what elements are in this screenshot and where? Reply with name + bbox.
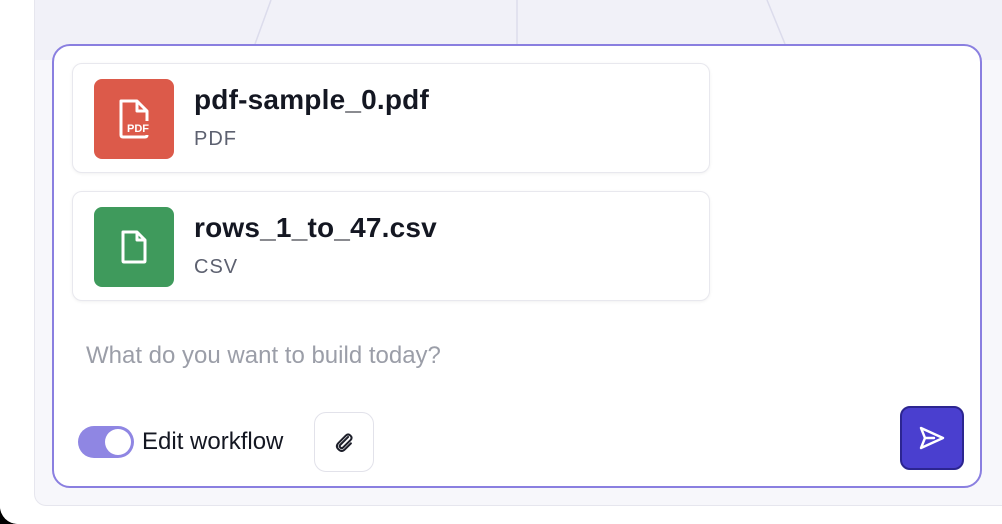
- prompt-composer: PDF pdf-sample_0.pdf PDF rows_1_to_47.cs…: [52, 44, 982, 488]
- prompt-input[interactable]: [86, 336, 906, 376]
- file-icon: [94, 207, 174, 287]
- paperclip-icon: [335, 433, 353, 452]
- send-icon: [919, 426, 945, 450]
- attachment-file-type: PDF: [194, 128, 237, 150]
- file-glyph: [121, 230, 147, 264]
- attachment-card-csv[interactable]: rows_1_to_47.csv CSV: [72, 191, 710, 301]
- send-button[interactable]: [900, 406, 964, 470]
- edit-workflow-label: Edit workflow: [142, 428, 284, 455]
- attachment-file-type: CSV: [194, 256, 239, 278]
- pdf-tile-text: PDF: [127, 123, 149, 135]
- pdf-file-icon: PDF: [94, 79, 174, 159]
- edit-workflow-toggle[interactable]: [78, 426, 134, 458]
- attachment-file-name: pdf-sample_0.pdf: [194, 84, 430, 115]
- attachment-file-name: rows_1_to_47.csv: [194, 212, 437, 243]
- toggle-knob: [105, 429, 131, 455]
- attachment-card-pdf[interactable]: PDF pdf-sample_0.pdf PDF: [72, 63, 710, 173]
- attach-file-button[interactable]: [314, 412, 374, 472]
- left-edge: [0, 0, 18, 524]
- app-window: PDF pdf-sample_0.pdf PDF rows_1_to_47.cs…: [0, 0, 1002, 524]
- pdf-file-glyph: PDF: [119, 99, 151, 139]
